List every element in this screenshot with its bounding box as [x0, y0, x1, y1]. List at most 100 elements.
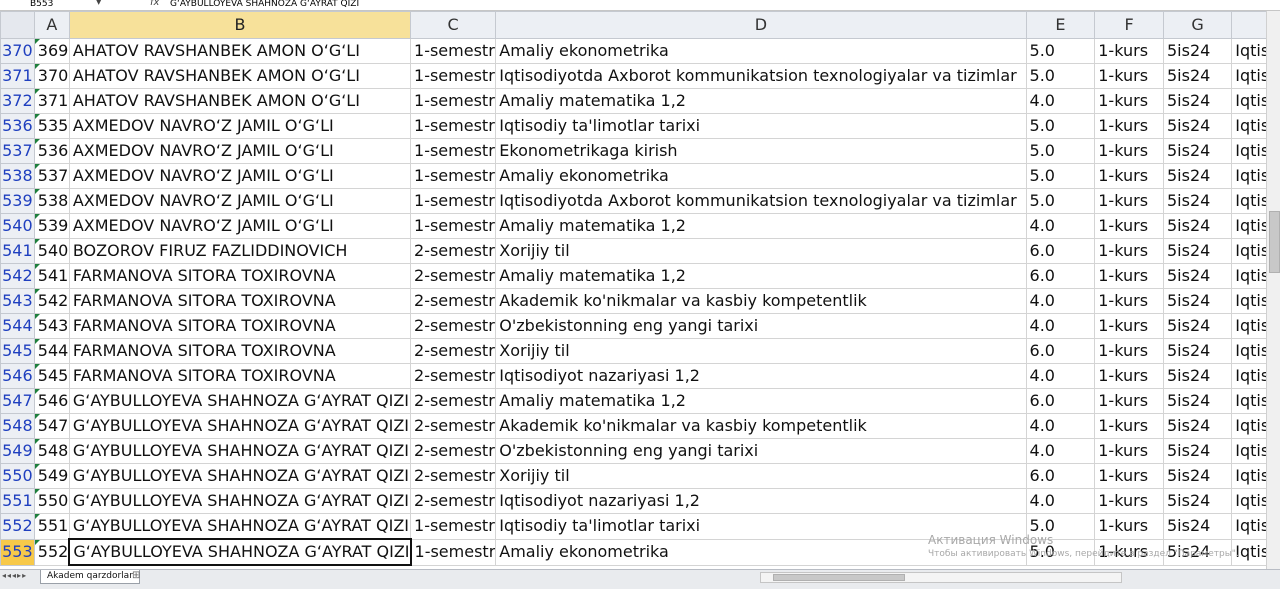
row-header[interactable]: 544	[0, 313, 35, 339]
cell-a[interactable]: 542	[33, 288, 70, 314]
cell-e[interactable]: 6.0	[1025, 263, 1096, 289]
cell-f[interactable]: 1-kurs	[1094, 463, 1164, 489]
cell-c[interactable]: 2-semestr	[410, 363, 497, 389]
cell-e[interactable]: 6.0	[1025, 463, 1096, 489]
horizontal-scrollbar[interactable]	[760, 572, 1122, 583]
row-header[interactable]: 540	[0, 213, 35, 239]
cell-c[interactable]: 1-semestr	[410, 513, 497, 540]
row-header[interactable]: 539	[0, 188, 35, 214]
cell-g[interactable]: 5is24	[1162, 263, 1233, 289]
cell-f[interactable]: 1-kurs	[1094, 338, 1164, 364]
row-header[interactable]: 372	[0, 88, 35, 114]
cell-c[interactable]: 2-semestr	[410, 338, 497, 364]
cell-a[interactable]: 537	[33, 163, 70, 189]
formula-input[interactable]: G‘AYBULLOYEVA SHAHNOZA G‘AYRAT QIZI	[170, 0, 359, 10]
cell-a[interactable]: 371	[33, 88, 70, 114]
cell-f[interactable]: 1-kurs	[1094, 438, 1164, 464]
cell-f[interactable]: 1-kurs	[1094, 38, 1164, 64]
cell-c[interactable]: 1-semestr	[410, 163, 497, 189]
cell-e[interactable]: 4.0	[1025, 488, 1096, 514]
column-header-c[interactable]: C	[410, 11, 497, 39]
cell-d[interactable]: Xorijiy til	[495, 238, 1027, 264]
cell-e[interactable]: 5.0	[1025, 113, 1096, 139]
column-header-b[interactable]: B	[68, 11, 412, 39]
cell-e[interactable]: 4.0	[1025, 313, 1096, 339]
cell-f[interactable]: 1-kurs	[1094, 413, 1164, 439]
sheet-tab-akadem-qarzdorlar[interactable]: Akadem qarzdorlar	[40, 570, 140, 584]
cell-d[interactable]: Ekonometrikaga kirish	[495, 138, 1027, 164]
cell-e[interactable]: 5.0	[1025, 138, 1096, 164]
cell-g[interactable]: 5is24	[1162, 63, 1233, 89]
cell-e[interactable]: 4.0	[1025, 213, 1096, 239]
cell-b[interactable]: G‘AYBULLOYEVA SHAHNOZA G‘AYRAT QIZI	[68, 538, 412, 566]
cell-a[interactable]: 535	[33, 113, 70, 139]
cell-b[interactable]: G‘AYBULLOYEVA SHAHNOZA G‘AYRAT QIZI	[68, 388, 412, 414]
row-header[interactable]: 538	[0, 163, 35, 189]
horizontal-scroll-thumb[interactable]	[773, 574, 905, 581]
cell-g[interactable]: 5is24	[1162, 513, 1233, 540]
cell-f[interactable]: 1-kurs	[1094, 313, 1164, 339]
cell-a[interactable]: 540	[33, 238, 70, 264]
cell-c[interactable]: 1-semestr	[410, 113, 497, 139]
cell-g[interactable]: 5is24	[1162, 138, 1233, 164]
cell-b[interactable]: AXMEDOV NAVRO‘Z JAMIL O‘G‘LI	[68, 113, 412, 139]
row-header[interactable]: 543	[0, 288, 35, 314]
cell-g[interactable]: 5is24	[1162, 363, 1233, 389]
cell-b[interactable]: G‘AYBULLOYEVA SHAHNOZA G‘AYRAT QIZI	[68, 463, 412, 489]
cell-f[interactable]: 1-kurs	[1094, 188, 1164, 214]
cell-a[interactable]: 548	[33, 438, 70, 464]
cell-f[interactable]: 1-kurs	[1094, 538, 1164, 566]
row-header[interactable]: 545	[0, 338, 35, 364]
row-header[interactable]: 553	[0, 538, 35, 566]
cell-d[interactable]: Amaliy matematika 1,2	[495, 263, 1027, 289]
cell-a[interactable]: 552	[33, 538, 70, 566]
cell-a[interactable]: 536	[33, 138, 70, 164]
row-header[interactable]: 370	[0, 38, 35, 64]
cell-c[interactable]: 2-semestr	[410, 388, 497, 414]
cell-g[interactable]: 5is24	[1162, 338, 1233, 364]
cell-d[interactable]: Xorijiy til	[495, 463, 1027, 489]
cell-c[interactable]: 1-semestr	[410, 188, 497, 214]
cell-f[interactable]: 1-kurs	[1094, 288, 1164, 314]
cell-c[interactable]: 1-semestr	[410, 88, 497, 114]
cell-e[interactable]: 4.0	[1025, 438, 1096, 464]
cell-c[interactable]: 2-semestr	[410, 238, 497, 264]
cell-c[interactable]: 2-semestr	[410, 413, 497, 439]
cell-d[interactable]: Akademik ko'nikmalar va kasbiy kompetent…	[495, 413, 1027, 439]
cell-b[interactable]: AHATOV RAVSHANBEK AMON O‘G‘LI	[68, 88, 412, 114]
select-all-corner[interactable]	[0, 11, 35, 39]
cell-c[interactable]: 1-semestr	[410, 63, 497, 89]
row-header[interactable]: 541	[0, 238, 35, 264]
cell-a[interactable]: 538	[33, 188, 70, 214]
row-header[interactable]: 551	[0, 488, 35, 514]
cell-e[interactable]: 5.0	[1025, 513, 1096, 540]
cell-a[interactable]: 547	[33, 413, 70, 439]
row-header[interactable]: 546	[0, 363, 35, 389]
cell-d[interactable]: Xorijiy til	[495, 338, 1027, 364]
cell-c[interactable]: 2-semestr	[410, 438, 497, 464]
cell-e[interactable]: 6.0	[1025, 388, 1096, 414]
row-header[interactable]: 549	[0, 438, 35, 464]
cell-f[interactable]: 1-kurs	[1094, 263, 1164, 289]
cell-b[interactable]: AXMEDOV NAVRO‘Z JAMIL O‘G‘LI	[68, 188, 412, 214]
fx-icon[interactable]: fx	[150, 0, 159, 8]
row-header[interactable]: 371	[0, 63, 35, 89]
cell-b[interactable]: FARMANOVA SITORA TOXIROVNA	[68, 313, 412, 339]
cell-g[interactable]: 5is24	[1162, 413, 1233, 439]
cell-b[interactable]: FARMANOVA SITORA TOXIROVNA	[68, 263, 412, 289]
cell-b[interactable]: AHATOV RAVSHANBEK AMON O‘G‘LI	[68, 38, 412, 64]
cell-d[interactable]: Iqtisodiyot nazariyasi 1,2	[495, 363, 1027, 389]
vertical-scroll-thumb[interactable]	[1269, 211, 1280, 273]
cell-c[interactable]: 2-semestr	[410, 488, 497, 514]
column-header-f[interactable]: F	[1094, 11, 1164, 39]
cell-a[interactable]: 369	[33, 38, 70, 64]
cell-f[interactable]: 1-kurs	[1094, 63, 1164, 89]
column-header-d[interactable]: D	[495, 11, 1027, 39]
cell-e[interactable]: 5.0	[1025, 163, 1096, 189]
cell-g[interactable]: 5is24	[1162, 163, 1233, 189]
cell-a[interactable]: 543	[33, 313, 70, 339]
cell-a[interactable]: 546	[33, 388, 70, 414]
cell-g[interactable]: 5is24	[1162, 388, 1233, 414]
cell-g[interactable]: 5is24	[1162, 438, 1233, 464]
cell-a[interactable]: 550	[33, 488, 70, 514]
